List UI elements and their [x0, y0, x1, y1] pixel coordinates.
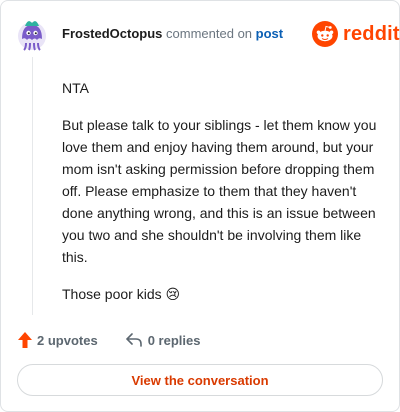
- thread-line: [32, 57, 33, 315]
- reddit-logo[interactable]: reddit: [312, 21, 400, 47]
- reddit-snoo-icon: [312, 21, 338, 47]
- comment-paragraph: NTA: [62, 80, 89, 96]
- embedded-comment-card: FrostedOctopus commented on post reddit …: [0, 0, 400, 412]
- view-conversation-button[interactable]: View the conversation: [17, 364, 383, 396]
- reddit-wordmark: reddit: [343, 22, 400, 45]
- replies-button[interactable]: 0 replies: [125, 332, 201, 348]
- upvote-count: 2 upvotes: [37, 332, 98, 348]
- reply-count: 0 replies: [147, 332, 201, 348]
- username[interactable]: FrostedOctopus: [62, 26, 162, 41]
- reply-arrow-icon: [125, 333, 142, 347]
- action-text: commented on: [166, 26, 253, 41]
- octopus-avatar-icon: [18, 21, 46, 51]
- comment-paragraph: Those poor kids 😢: [62, 286, 181, 302]
- upvote-arrow-icon: [18, 332, 32, 348]
- comment-body: NTA But please talk to your siblings - l…: [62, 77, 382, 305]
- user-avatar[interactable]: [17, 17, 47, 51]
- upvote-button[interactable]: 2 upvotes: [17, 331, 98, 349]
- post-link[interactable]: post: [256, 26, 283, 41]
- comment-header: FrostedOctopus commented on post: [62, 26, 283, 42]
- comment-paragraph: But please talk to your siblings - let t…: [62, 117, 377, 265]
- comment-actions: 2 upvotes 0 replies: [17, 331, 200, 349]
